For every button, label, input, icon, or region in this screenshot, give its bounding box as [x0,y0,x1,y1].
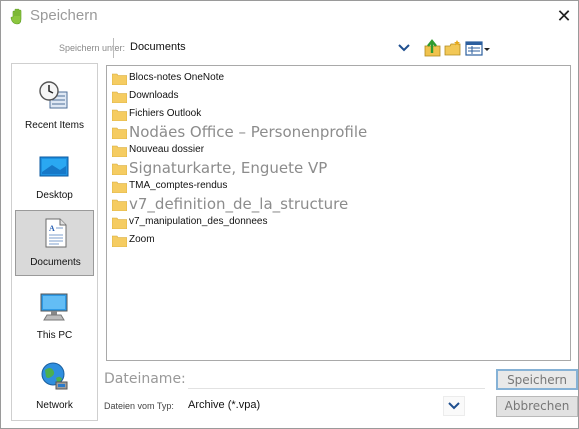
up-folder-button[interactable] [424,38,442,58]
recent-items-icon [39,81,68,109]
save-in-dropdown[interactable]: Documents [113,38,413,58]
folder-icon [112,235,127,247]
places-bar: Recent Items Desktop A Documents This PC… [11,63,98,421]
folder-icon [112,91,127,103]
folder-icon [112,181,127,193]
folder-icon [112,199,127,211]
save-button[interactable]: Speichern [496,369,578,390]
file-name: TMA_comptes-rendus [129,180,228,191]
file-name: Nodäes Office – Personenprofile [129,123,368,141]
place-network[interactable]: Network [15,354,94,420]
file-name: Blocs-notes OneNote [129,72,225,83]
filetype-label: Dateien vom Typ: [104,401,174,411]
folder-icon [112,127,127,139]
filename-label: Dateiname: [104,371,186,387]
view-menu-button[interactable] [465,38,491,58]
file-list[interactable]: Blocs-notes OneNote Downloads Fichiers O… [106,65,571,361]
network-icon [41,362,68,390]
filetype-dropdown[interactable]: Archive (*.vpa) [187,395,467,417]
desktop-icon [39,156,69,177]
place-label: Documents [30,257,81,268]
filetype-value: Archive (*.vpa) [188,399,261,411]
svg-text:A: A [49,224,55,233]
file-name: Fichiers Outlook [129,108,202,119]
cancel-button[interactable]: Abbrechen [496,396,578,417]
new-folder-icon [444,40,461,56]
file-name: Downloads [129,90,179,101]
computer-icon [40,293,68,321]
file-name: Nouveau dossier [129,144,205,155]
filename-input[interactable] [188,371,485,389]
save-dialog: Speichern ✕ Speichern unter: Documents R… [0,0,579,429]
place-this-pc[interactable]: This PC [15,284,94,350]
folder-icon [112,73,127,85]
place-recent-items[interactable]: Recent Items [15,74,94,140]
folder-icon [112,109,127,121]
title-bar: Speichern ✕ [1,1,578,33]
save-in-value: Documents [130,41,186,53]
folder-icon [112,217,127,229]
new-folder-button[interactable] [444,38,462,58]
folder-icon [112,145,127,157]
file-name: v7_definition_de_la_structure [129,195,349,213]
view-grid-icon [465,41,490,56]
app-hand-icon [10,8,22,25]
folder-icon [112,163,127,175]
file-name: Zoom [129,234,155,245]
place-label: This PC [36,330,73,341]
place-label: Recent Items [25,120,84,131]
place-desktop[interactable]: Desktop [15,144,94,210]
chevron-down-icon[interactable] [396,40,412,56]
close-button[interactable]: ✕ [553,7,575,29]
file-name: v7_manipulation_des_donnees [129,216,268,227]
documents-icon: A [45,218,67,248]
place-label: Network [36,400,73,411]
close-icon: ✕ [556,6,572,27]
file-name: Signaturkarte, Enguete VP [129,159,328,177]
place-label: Desktop [36,190,73,201]
filetype-dropdown-button[interactable] [443,396,465,416]
place-documents[interactable]: A Documents [15,210,94,276]
up-folder-icon [424,39,441,57]
dialog-title: Speichern [30,7,98,24]
chevron-down-icon [448,402,460,410]
